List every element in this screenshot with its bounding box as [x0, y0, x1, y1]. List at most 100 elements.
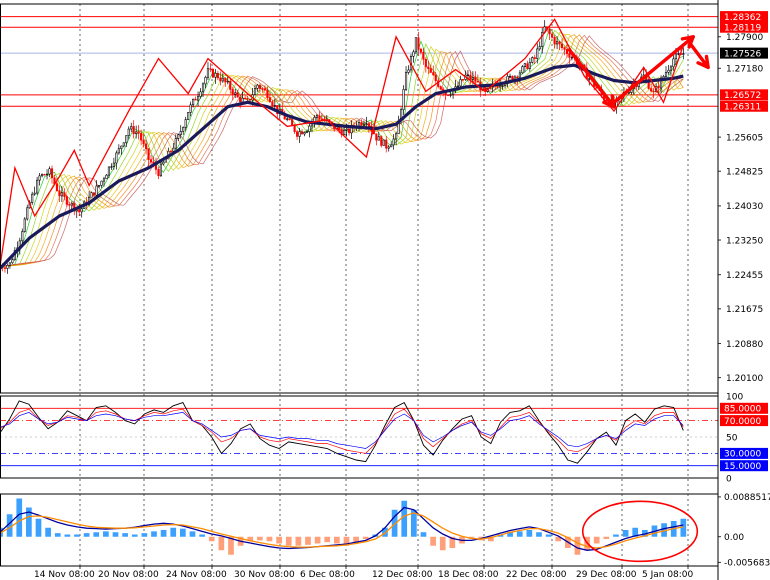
candle-body	[291, 119, 294, 126]
macd-tick-label: 0.00	[724, 533, 744, 543]
candle-body	[476, 81, 479, 83]
candle-body	[385, 139, 388, 149]
candle-body	[177, 134, 180, 139]
candle-body	[221, 77, 224, 82]
candle-body	[459, 79, 462, 87]
candle-body	[135, 131, 138, 135]
candle-body	[102, 178, 106, 182]
price-tick-label: 1.22455	[726, 271, 763, 281]
candle-body	[110, 166, 113, 168]
candle-body	[330, 121, 333, 124]
candle-body	[93, 192, 96, 196]
macd-bar	[54, 533, 61, 537]
candle-body	[588, 78, 591, 80]
candle-body	[417, 37, 420, 50]
stoch-series-line	[0, 412, 684, 449]
candle-body	[80, 208, 83, 213]
candle-body	[172, 147, 175, 152]
candle-body	[447, 94, 450, 96]
candle-body	[214, 72, 217, 78]
candle-body	[469, 74, 472, 80]
macd-bar	[593, 536, 600, 544]
candle-body	[303, 132, 306, 135]
macd-bar	[439, 536, 446, 551]
candle-body	[169, 150, 172, 153]
candle-body	[305, 131, 309, 133]
candle-body	[392, 138, 395, 146]
candle-body	[565, 49, 569, 55]
candle-body	[26, 207, 29, 220]
candle-body	[174, 138, 177, 149]
candle-body	[268, 97, 271, 103]
candle-body	[50, 168, 54, 179]
candle-body	[184, 119, 187, 128]
candle-body	[216, 72, 219, 79]
candle-body	[211, 69, 214, 78]
stoch-tick-label: 100	[726, 392, 743, 402]
macd-tick-label: 0.0088517	[724, 493, 770, 503]
zigzag-line	[0, 18, 684, 267]
candle-body	[402, 89, 405, 110]
candle-body	[38, 175, 41, 181]
macd-bar	[401, 500, 408, 537]
candle-body	[263, 88, 266, 91]
price-tag-label: 1.28119	[724, 24, 761, 34]
candle-body	[318, 115, 321, 120]
macd-bar	[16, 498, 23, 537]
candle-body	[219, 77, 222, 82]
candle-body	[427, 66, 430, 69]
candle-body	[560, 43, 564, 48]
macd-bar	[276, 536, 282, 544]
macd-bar	[151, 531, 157, 537]
macd-bar	[112, 532, 119, 537]
macd-bar	[35, 518, 42, 537]
macd-bar	[83, 533, 90, 537]
candle-body	[288, 118, 291, 120]
candle-body	[23, 218, 26, 232]
macd-series-line	[0, 512, 684, 549]
stoch-tag-label: 70.0000	[724, 417, 761, 427]
candle-body	[253, 88, 257, 96]
macd-bar	[131, 534, 138, 537]
candle-body	[412, 51, 415, 57]
candle-body	[414, 37, 418, 53]
candle-body	[137, 131, 140, 134]
price-tag-label: 1.26311	[724, 103, 761, 113]
candle-body	[149, 159, 153, 163]
candle-body	[367, 123, 370, 127]
candle-body	[273, 105, 276, 107]
candle-body	[499, 85, 502, 88]
candle-body	[33, 192, 36, 195]
time-tick-label: 24 Nov 08:00	[166, 570, 227, 580]
macd-bar	[574, 536, 581, 555]
candle-body	[390, 144, 393, 148]
candle-body	[179, 131, 182, 136]
candle-body	[424, 58, 427, 68]
stoch-series-line	[0, 408, 684, 454]
candle-body	[320, 118, 323, 121]
candle-body	[266, 89, 269, 98]
candle-body	[120, 145, 123, 150]
candle-body	[204, 76, 207, 85]
candle-body	[201, 83, 205, 93]
time-tick-label: 30 Nov 08:00	[234, 570, 295, 580]
candle-body	[122, 142, 125, 147]
macd-bar	[430, 536, 436, 546]
macd-bar	[603, 536, 610, 539]
price-tick-label: 1.20880	[726, 340, 763, 350]
candle-body	[45, 173, 49, 176]
candle-body	[48, 168, 51, 175]
candle-body	[97, 185, 101, 187]
candle-body	[115, 152, 118, 164]
candle-body	[650, 88, 653, 92]
candle-body	[125, 135, 128, 144]
panel-border	[0, 3, 719, 394]
candle-body	[236, 92, 239, 98]
macd-bar	[295, 536, 302, 546]
candle-body	[533, 57, 536, 59]
macd-bar	[180, 528, 186, 537]
candle-body	[68, 204, 71, 206]
candle-body	[140, 132, 143, 141]
candle-body	[78, 209, 81, 213]
stochastic-panel	[0, 400, 718, 467]
